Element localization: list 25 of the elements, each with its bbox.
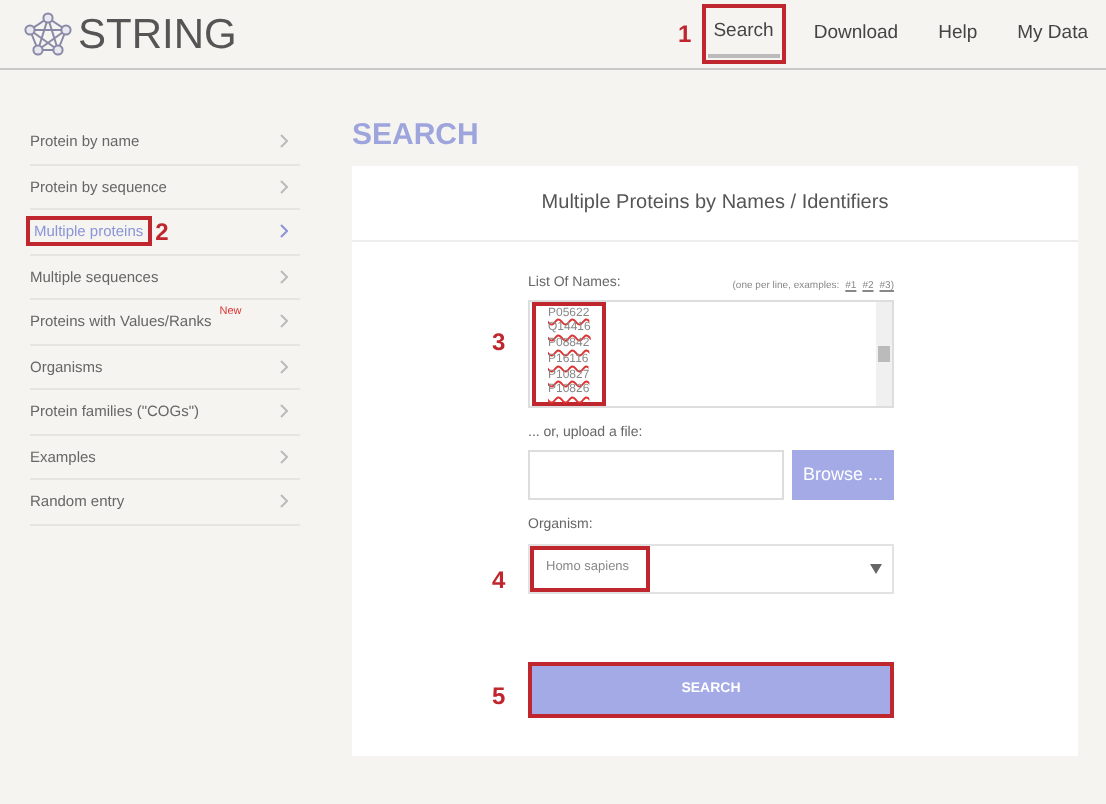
chevron-icon xyxy=(280,449,288,464)
chevron-icon xyxy=(280,359,288,374)
card-title: Multiple Proteins by Names / Identifiers xyxy=(352,166,1078,242)
chevron-icon xyxy=(280,314,288,329)
chevron-icon xyxy=(280,269,288,284)
page-heading: SEARCH xyxy=(352,120,481,150)
chevron-icon xyxy=(280,404,288,419)
annotation-number: 3 xyxy=(492,328,506,356)
chevron-icon xyxy=(280,134,288,149)
chevron-icon xyxy=(280,494,288,509)
nav-link[interactable]: Search xyxy=(707,9,780,59)
file-input[interactable] xyxy=(528,450,784,500)
nav-link[interactable]: Help xyxy=(932,11,984,57)
logo-text: STRING xyxy=(78,13,237,55)
dropdown-arrow-icon xyxy=(870,563,882,573)
annotation-number: 4 xyxy=(492,565,506,593)
annotation-number: 5 xyxy=(492,681,506,709)
network-logo-icon xyxy=(24,12,72,56)
nav-link[interactable]: My Data xyxy=(1011,11,1094,57)
chevron-icon xyxy=(280,179,288,194)
nav-link[interactable]: Download xyxy=(807,11,905,57)
chevron-icon xyxy=(280,224,288,239)
annotation-number: 1 xyxy=(678,18,692,52)
annotation-number: 2 xyxy=(155,215,169,250)
scrollbar[interactable] xyxy=(876,301,892,405)
